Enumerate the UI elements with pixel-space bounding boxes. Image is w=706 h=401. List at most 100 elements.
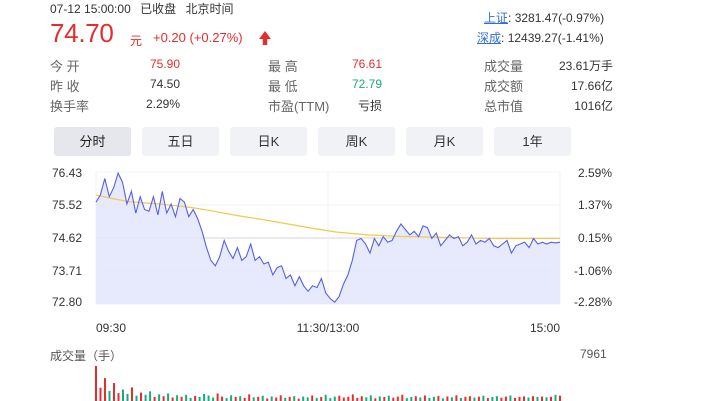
volume-max: 7961 bbox=[580, 347, 607, 361]
volume-bar bbox=[180, 396, 183, 401]
volume-bar bbox=[198, 397, 201, 401]
volume-bar bbox=[401, 394, 404, 401]
volume-bar bbox=[477, 396, 480, 401]
volume-bar bbox=[302, 396, 305, 401]
volume-bar bbox=[383, 397, 386, 401]
intraday-chart: 76.43 75.52 74.62 73.71 72.80 2.59% 1.37% 0.15… bbox=[52, 166, 612, 401]
y-tick-right: 1.37% bbox=[578, 198, 612, 212]
volume-bar bbox=[248, 394, 251, 401]
volume-bar bbox=[523, 396, 525, 401]
volume-bar bbox=[270, 396, 273, 401]
volume-bar bbox=[360, 396, 363, 401]
volume-bar bbox=[185, 394, 188, 401]
volume-bar bbox=[473, 397, 476, 401]
volume-bar bbox=[167, 393, 170, 401]
volume-bar bbox=[158, 394, 161, 401]
volume-bar bbox=[419, 397, 422, 401]
volume-bar bbox=[320, 397, 323, 401]
volume-bar bbox=[351, 394, 354, 401]
volume-bar bbox=[437, 395, 440, 401]
volume-bar bbox=[144, 394, 147, 401]
volume-bar bbox=[369, 395, 372, 401]
volume-bar bbox=[194, 395, 197, 401]
volume-bar bbox=[532, 396, 534, 401]
y-tick-right: -1.06% bbox=[574, 264, 612, 278]
volume-bar bbox=[113, 383, 115, 401]
volume-bar bbox=[464, 396, 467, 401]
volume-bar bbox=[509, 395, 512, 401]
volume-bar bbox=[414, 396, 417, 401]
y-tick-left: 74.62 bbox=[52, 231, 82, 245]
volume-bar bbox=[140, 392, 142, 401]
volume-bar bbox=[306, 397, 309, 401]
volume-bar bbox=[153, 397, 156, 401]
y-tick-right: 2.59% bbox=[578, 166, 612, 180]
volume-bar bbox=[234, 397, 237, 401]
volume-bar bbox=[117, 393, 120, 401]
volume-bar bbox=[450, 397, 453, 401]
volume-bar bbox=[135, 395, 138, 401]
volume-bar bbox=[527, 397, 530, 401]
volume-bar bbox=[491, 397, 494, 401]
volume-bar bbox=[518, 396, 521, 401]
volume-bar bbox=[203, 394, 206, 401]
volume-bar bbox=[396, 396, 399, 401]
x-tick: 09:30 bbox=[96, 321, 126, 335]
volume-bar bbox=[131, 387, 133, 401]
volume-bar bbox=[162, 396, 165, 401]
y-tick-right: 0.15% bbox=[578, 231, 612, 245]
volume-bar bbox=[252, 397, 255, 401]
volume-bar bbox=[275, 397, 278, 401]
volume-bar bbox=[99, 387, 102, 401]
volume-bar bbox=[333, 396, 336, 401]
volume-bar bbox=[504, 396, 507, 401]
y-tick-left: 73.71 bbox=[52, 264, 82, 278]
volume-bar bbox=[446, 396, 449, 401]
y-tick-left: 72.80 bbox=[52, 295, 82, 309]
x-tick: 11:30/13:00 bbox=[297, 321, 360, 335]
volume-bar bbox=[108, 390, 111, 401]
volume-bar bbox=[104, 378, 106, 401]
volume-bar bbox=[216, 393, 219, 401]
volume-label: 成交量（手） bbox=[50, 349, 123, 363]
volume-bar bbox=[221, 396, 224, 401]
volume-bar bbox=[324, 394, 327, 401]
volume-bar bbox=[554, 394, 557, 401]
volume-bar bbox=[423, 395, 426, 401]
volume-bar bbox=[347, 396, 350, 401]
volume-bar bbox=[495, 396, 498, 401]
volume-bar bbox=[176, 395, 179, 401]
volume-bar bbox=[261, 395, 264, 401]
volume-bar bbox=[122, 389, 124, 401]
y-tick-left: 75.52 bbox=[52, 198, 82, 212]
volume-bar bbox=[559, 395, 561, 401]
volume-bar bbox=[338, 395, 341, 401]
volume-bar bbox=[342, 397, 345, 401]
volume-bar bbox=[257, 396, 260, 401]
volume-bar bbox=[239, 396, 242, 401]
volume-bar bbox=[311, 395, 314, 401]
volume-bar bbox=[230, 395, 233, 401]
volume-bar bbox=[279, 395, 282, 401]
y-tick-left: 76.43 bbox=[52, 166, 82, 180]
volume-bars bbox=[95, 366, 561, 401]
volume-bar bbox=[171, 397, 174, 401]
volume-bar bbox=[149, 391, 152, 401]
volume-bar bbox=[95, 366, 97, 401]
volume-bar bbox=[455, 395, 458, 401]
volume-bar bbox=[541, 396, 543, 401]
volume-bar bbox=[126, 394, 129, 401]
volume-bar bbox=[387, 395, 390, 401]
x-tick: 15:00 bbox=[530, 321, 560, 335]
volume-bar bbox=[378, 396, 381, 401]
volume-bar bbox=[536, 397, 539, 401]
volume-bar bbox=[288, 396, 291, 401]
volume-bar bbox=[365, 397, 368, 401]
volume-bar bbox=[410, 397, 413, 401]
volume-bar bbox=[468, 396, 471, 401]
volume-bar bbox=[207, 395, 210, 401]
volume-bar bbox=[545, 397, 548, 401]
volume-bar bbox=[293, 396, 296, 401]
volume-bar bbox=[550, 396, 552, 401]
volume-bar bbox=[212, 397, 215, 401]
